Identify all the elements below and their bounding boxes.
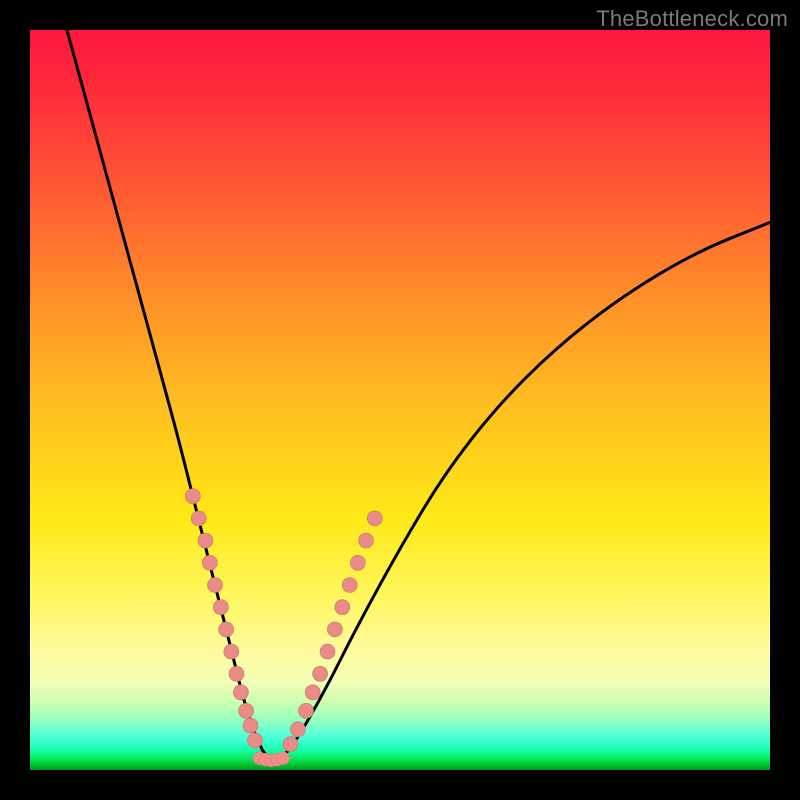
data-point-marker	[327, 622, 342, 637]
data-point-marker	[305, 685, 320, 700]
data-point-marker	[283, 737, 298, 752]
chart-svg	[30, 30, 770, 770]
data-point-marker	[299, 703, 314, 718]
data-point-marker	[219, 622, 234, 637]
data-point-marker	[313, 666, 328, 681]
data-point-marker	[367, 511, 382, 526]
watermark-text: TheBottleneck.com	[596, 6, 788, 32]
data-point-marker	[233, 685, 248, 700]
marker-cluster-floor	[253, 752, 290, 767]
data-point-marker	[320, 644, 335, 659]
data-point-marker	[213, 600, 228, 615]
data-point-marker	[229, 666, 244, 681]
data-point-marker	[359, 533, 374, 548]
data-point-marker	[243, 718, 258, 733]
data-point-marker	[185, 489, 200, 504]
chart-frame: TheBottleneck.com	[0, 0, 800, 800]
data-point-marker	[277, 752, 290, 765]
data-point-marker	[350, 555, 365, 570]
plot-area	[30, 30, 770, 770]
data-point-marker	[191, 511, 206, 526]
data-point-marker	[198, 533, 213, 548]
data-point-marker	[224, 644, 239, 659]
marker-cluster-right	[283, 511, 382, 752]
data-point-marker	[342, 578, 357, 593]
bottleneck-curve	[67, 30, 770, 759]
data-point-marker	[239, 703, 254, 718]
data-point-marker	[290, 722, 305, 737]
data-point-marker	[248, 733, 263, 748]
data-point-marker	[202, 555, 217, 570]
data-point-marker	[208, 578, 223, 593]
data-point-marker	[335, 600, 350, 615]
